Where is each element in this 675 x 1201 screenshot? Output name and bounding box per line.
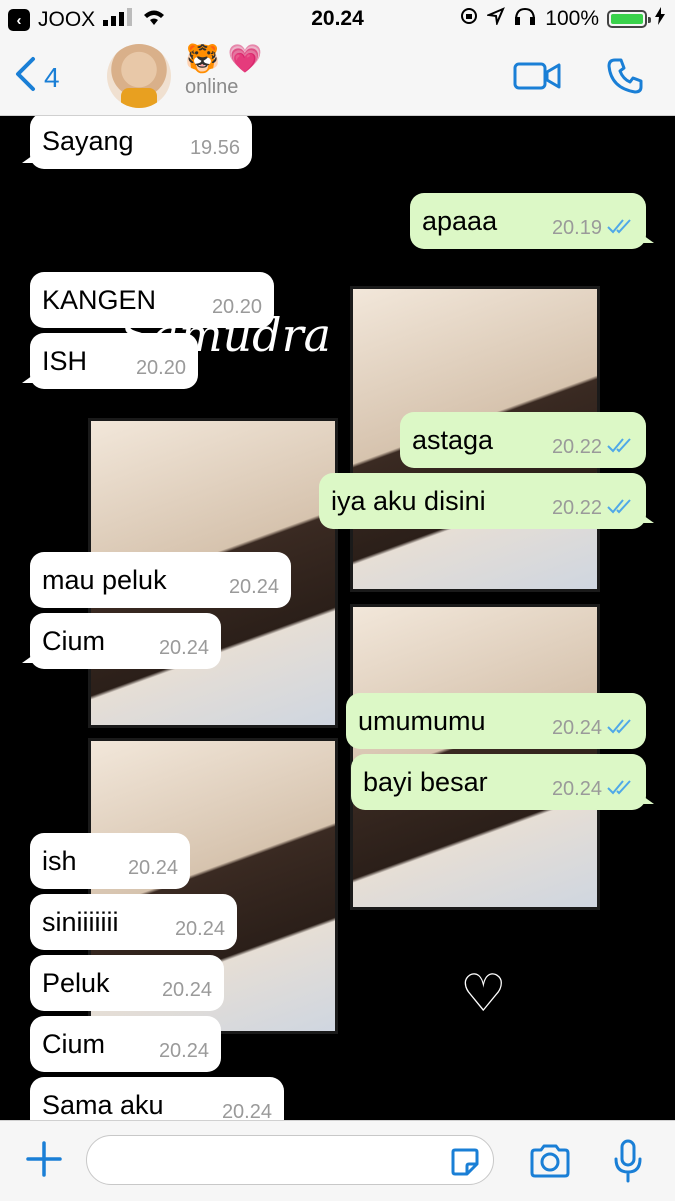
- message-bubble-incoming[interactable]: mau peluk 20.24: [30, 552, 291, 608]
- message-time: 19.56: [189, 137, 240, 159]
- message-bubble-incoming[interactable]: Peluk 20.24: [30, 955, 224, 1011]
- message-text: apaaa: [422, 205, 498, 236]
- contact-name: 🐯 💗: [185, 43, 263, 74]
- unread-count: 4: [44, 61, 60, 93]
- plus-icon[interactable]: [24, 1139, 64, 1185]
- message-text: mau peluk: [42, 564, 167, 595]
- camera-icon[interactable]: [528, 1143, 572, 1184]
- message-time: 20.24: [174, 918, 225, 940]
- contact-status: online: [185, 76, 239, 98]
- heart-icon: ♡: [460, 965, 507, 1023]
- contact-info[interactable]: 🐯 💗 online: [185, 42, 263, 99]
- message-time: 20.22: [551, 497, 602, 519]
- message-text: ish: [42, 845, 77, 876]
- message-text: Peluk: [42, 967, 110, 998]
- message-text: umumumu: [358, 705, 486, 736]
- message-text: Cium: [42, 625, 106, 656]
- double-check-icon: [606, 778, 634, 801]
- microphone-icon[interactable]: [612, 1139, 644, 1188]
- message-bubble-outgoing[interactable]: apaaa 20.19: [410, 193, 654, 249]
- message-bubble-incoming[interactable]: Sama aku 20.24: [30, 1077, 284, 1120]
- message-bubble-outgoing[interactable]: umumumu 20.24: [346, 693, 646, 749]
- headphones-icon: [513, 6, 537, 32]
- message-bubble-incoming[interactable]: KANGEN 20.20: [30, 272, 274, 328]
- message-composer: [0, 1120, 675, 1201]
- message-text: astaga: [412, 424, 494, 455]
- message-time: 20.20: [211, 296, 262, 318]
- phone-icon[interactable]: [605, 56, 645, 101]
- message-text: bayi besar: [363, 766, 488, 797]
- message-bubble-incoming[interactable]: siniiiiiii 20.24: [30, 894, 237, 950]
- charging-icon: [655, 7, 665, 31]
- message-time: 20.24: [221, 1101, 272, 1120]
- message-bubble-incoming[interactable]: ISH 20.20: [22, 333, 198, 389]
- location-icon: [485, 7, 506, 31]
- avatar[interactable]: [107, 44, 171, 108]
- message-bubble-outgoing[interactable]: astaga 20.22: [400, 412, 646, 468]
- message-time: 20.20: [135, 357, 186, 379]
- message-text: KANGEN: [42, 284, 157, 315]
- message-text: Sama aku: [42, 1089, 164, 1120]
- double-check-icon: [606, 717, 634, 740]
- message-time: 20.24: [551, 778, 602, 800]
- message-bubble-incoming[interactable]: Cium 20.24: [22, 613, 221, 669]
- double-check-icon: [606, 217, 634, 240]
- message-text: Cium: [42, 1028, 106, 1059]
- sticker-icon[interactable]: [449, 1146, 481, 1183]
- video-call-icon[interactable]: [513, 60, 561, 97]
- message-bubble-outgoing[interactable]: bayi besar 20.24: [351, 754, 654, 810]
- message-time: 20.19: [551, 217, 602, 239]
- message-bubble-incoming[interactable]: Sayang 19.56: [22, 116, 252, 169]
- message-bubble-incoming[interactable]: Cium 20.24: [30, 1016, 221, 1072]
- message-time: 20.24: [228, 576, 279, 598]
- message-time: 20.24: [158, 1040, 209, 1062]
- message-time: 20.24: [158, 637, 209, 659]
- battery-icon: [607, 10, 651, 28]
- double-check-icon: [606, 497, 634, 520]
- status-bar: ‹ JOOX 20.24 100%: [0, 0, 675, 38]
- message-text: iya aku disini: [331, 485, 486, 516]
- chat-header: 4 🐯 💗 online: [0, 38, 675, 116]
- message-input[interactable]: [86, 1135, 494, 1185]
- message-time: 20.24: [127, 857, 178, 879]
- message-text: Sayang: [42, 125, 134, 156]
- message-text: ISH: [42, 345, 88, 376]
- message-bubble-outgoing[interactable]: iya aku disini 20.22: [319, 473, 654, 529]
- chevron-left-icon: [14, 56, 36, 99]
- double-check-icon: [606, 436, 634, 459]
- chat-area[interactable]: Samudra ♡ Sayang 19.56 apaaa 20.19 KANGE…: [0, 116, 675, 1120]
- back-button[interactable]: 4: [14, 56, 60, 99]
- battery-percent: 100%: [545, 7, 599, 30]
- orientation-lock-icon: [459, 6, 479, 32]
- message-time: 20.24: [161, 979, 212, 1001]
- message-text: siniiiiiii: [42, 906, 119, 937]
- message-time: 20.22: [551, 436, 602, 458]
- message-time: 20.24: [551, 717, 602, 739]
- message-bubble-incoming[interactable]: ish 20.24: [30, 833, 190, 889]
